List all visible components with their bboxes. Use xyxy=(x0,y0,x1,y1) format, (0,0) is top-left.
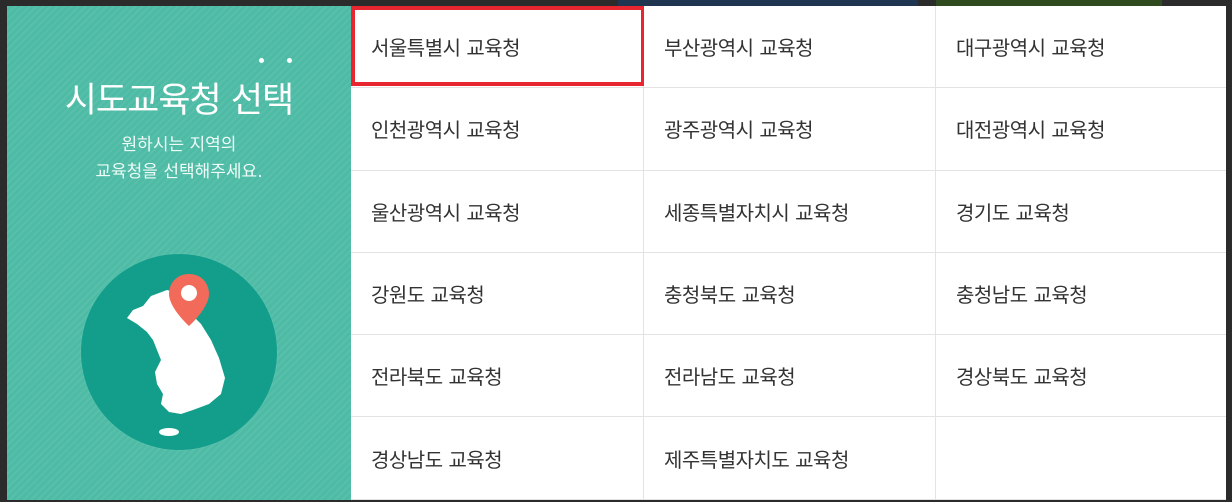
side-info-panel: 시도교육청 선택 원하시는 지역의 교육청을 선택해주세요. xyxy=(7,6,351,500)
korea-map-icon xyxy=(81,254,277,450)
office-chungbuk[interactable]: 충청북도 교육청 xyxy=(644,252,936,336)
office-gwangju[interactable]: 광주광역시 교육청 xyxy=(644,88,936,171)
office-chungnam[interactable]: 충청남도 교육청 xyxy=(936,252,1226,336)
office-gangwon[interactable]: 강원도 교육청 xyxy=(351,252,644,336)
office-seoul[interactable]: 서울특별시 교육청 xyxy=(351,6,645,89)
title-dots-decoration xyxy=(255,58,295,66)
subtitle-line: 교육청을 선택해주세요. xyxy=(95,162,263,182)
empty-cell xyxy=(936,417,1226,500)
office-ulsan[interactable]: 울산광역시 교육청 xyxy=(351,170,644,253)
office-daegu[interactable]: 대구광역시 교육청 xyxy=(936,6,1226,89)
office-jeju[interactable]: 제주특별자치도 교육청 xyxy=(644,417,936,500)
office-busan[interactable]: 부산광역시 교육청 xyxy=(644,6,936,89)
office-jeonnam[interactable]: 전라남도 교육청 xyxy=(644,335,936,418)
office-gyeongnam[interactable]: 경상남도 교육청 xyxy=(351,417,644,500)
window-frame: 시도교육청 선택 원하시는 지역의 교육청을 선택해주세요. 서울특별시 교육청… xyxy=(0,0,1232,502)
office-gyeonggi[interactable]: 경기도 교육청 xyxy=(936,170,1226,253)
map-pin-icon xyxy=(127,274,225,436)
office-grid: 서울특별시 교육청 부산광역시 교육청 대구광역시 교육청 인천광역시 교육청 … xyxy=(351,6,1226,500)
office-select-panel: 시도교육청 선택 원하시는 지역의 교육청을 선택해주세요. 서울특별시 교육청… xyxy=(7,6,1226,500)
office-daejeon[interactable]: 대전광역시 교육청 xyxy=(936,88,1226,171)
subtitle-line: 원하시는 지역의 xyxy=(121,135,237,155)
panel-subtitle: 원하시는 지역의 교육청을 선택해주세요. xyxy=(7,132,351,186)
office-sejong[interactable]: 세종특별자치시 교육청 xyxy=(644,170,936,253)
office-jeonbuk[interactable]: 전라북도 교육청 xyxy=(351,335,644,418)
panel-title: 시도교육청 선택 xyxy=(64,81,295,121)
office-incheon[interactable]: 인천광역시 교육청 xyxy=(351,88,644,171)
office-gyeongbuk[interactable]: 경상북도 교육청 xyxy=(936,335,1226,418)
